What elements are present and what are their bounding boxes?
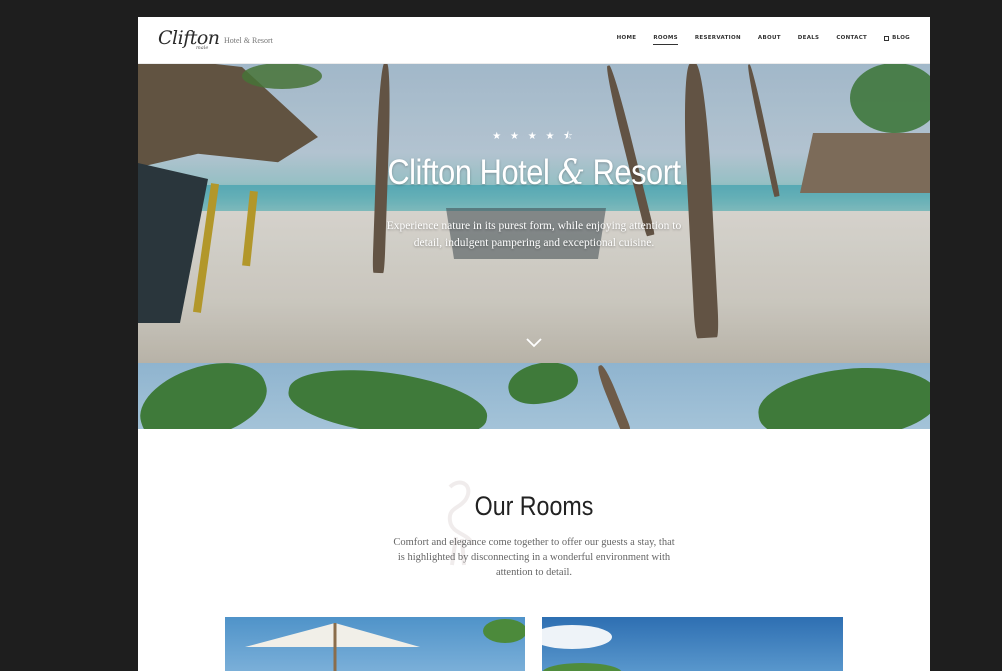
hero-banner: ★ ★ ★ ★ ⯪ Clifton Hotel & Resort Experie… (138, 63, 930, 363)
nav-item-label: CONTACT (836, 35, 868, 41)
nav-item-rooms[interactable]: ROOMS (653, 35, 678, 45)
hero-title: Clifton Hotel & Resort (186, 153, 883, 193)
hero-description: Experience nature in its purest form, wh… (386, 220, 682, 249)
hero-overlay (138, 63, 930, 363)
rooms-section-description: Comfort and elegance come together to of… (393, 537, 675, 578)
website-page: Clifton male Hotel & Resort HOME ROOMS R… (138, 17, 930, 671)
star-rating: ★ ★ ★ ★ ⯪ (492, 131, 576, 142)
hero-title-part1: Clifton Hotel (387, 153, 558, 192)
palm-banner-strip (138, 363, 930, 429)
nav-item-blog[interactable]: BLOG (884, 35, 910, 45)
chevron-down-icon[interactable] (526, 337, 542, 349)
palm-leaf (138, 363, 276, 429)
nav-item-label: HOME (616, 35, 637, 41)
external-link-icon (884, 35, 890, 41)
room-card-beach[interactable] (542, 617, 843, 671)
nav-item-deals[interactable]: DEALS (798, 35, 820, 45)
nav-item-about[interactable]: ABOUT (758, 35, 781, 45)
beach-photo (542, 625, 622, 671)
hero-title-ampersand: & (557, 153, 585, 193)
main-nav: HOME ROOMS RESERVATION ABOUT DEALS CONTA… (600, 35, 910, 45)
nav-item-label: RESERVATION (694, 35, 741, 41)
nav-item-home[interactable]: HOME (617, 35, 637, 45)
palm-trunk (595, 363, 631, 429)
tagline: Hotel & Resort (224, 36, 273, 45)
nav-item-label: BLOG (892, 35, 910, 41)
hero-title-part2: Resort (584, 153, 682, 192)
logo[interactable]: Clifton (158, 27, 220, 49)
logo-subtext: male (196, 45, 209, 51)
palm-leaf (754, 363, 930, 429)
rooms-section-title: Our Rooms (474, 491, 594, 521)
nav-item-label: ROOMS (653, 35, 678, 41)
nav-item-label: ABOUT (757, 35, 781, 41)
umbrella-photo (245, 619, 525, 671)
nav-item-contact[interactable]: CONTACT (836, 35, 867, 45)
nav-item-label: DEALS (797, 35, 820, 41)
nav-item-reservation[interactable]: RESERVATION (695, 35, 741, 45)
room-card-umbrella[interactable] (225, 617, 525, 671)
palm-leaf (284, 363, 492, 429)
site-header: Clifton male Hotel & Resort HOME ROOMS R… (138, 17, 930, 64)
palm-leaf (505, 363, 581, 409)
